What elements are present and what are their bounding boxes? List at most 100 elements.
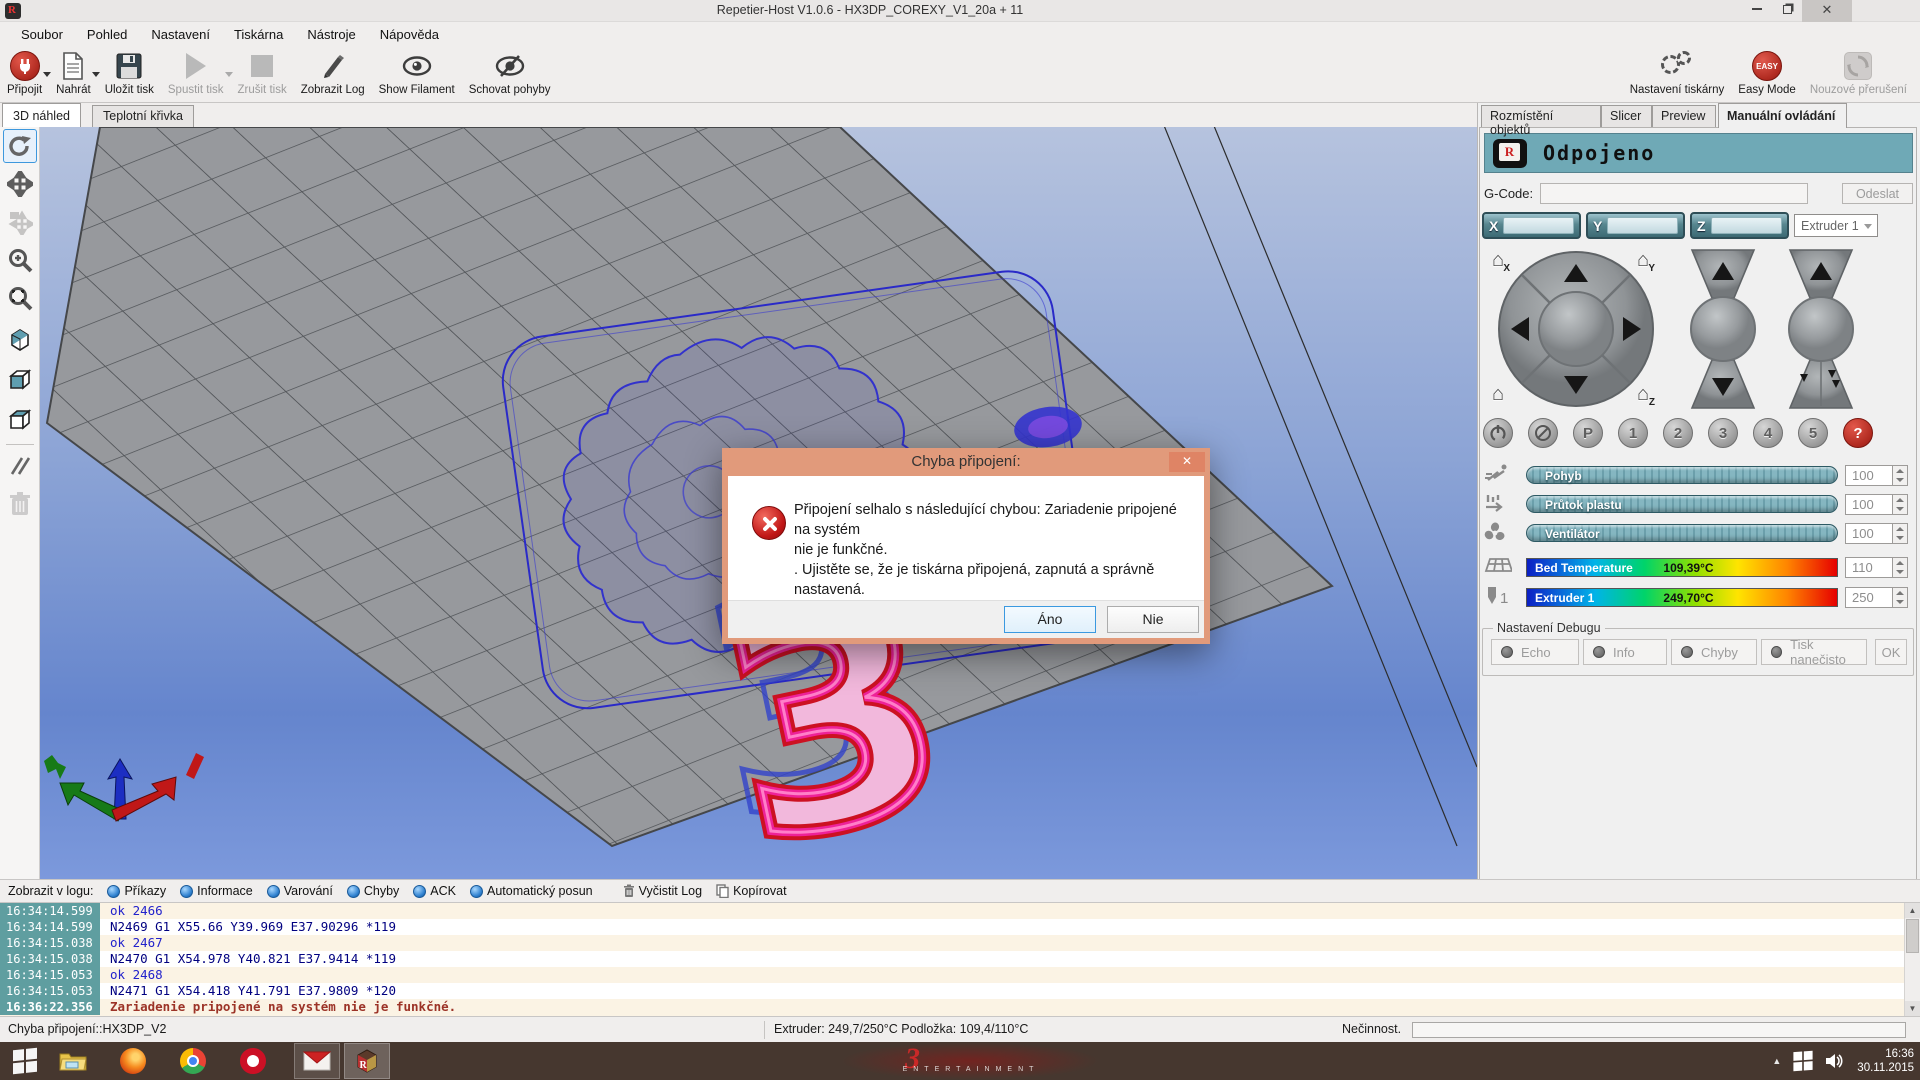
speed-value[interactable]: 100 [1845,465,1893,486]
fan-slider[interactable]: Ventilátor [1526,524,1838,542]
scrollbar-thumb[interactable] [1906,919,1919,953]
script-4-button[interactable]: 4 [1753,418,1783,448]
speed-slider[interactable]: Pohyb [1526,466,1838,484]
hide-travel-button[interactable]: Schovat pohyby [462,46,558,96]
tab-3d-view[interactable]: 3D náhled [2,103,81,127]
front-view-button[interactable] [3,363,37,397]
iso-view-button[interactable] [3,323,37,357]
debug-ok-button[interactable]: OK [1875,639,1907,665]
pan-view-button[interactable] [3,167,37,201]
debug-dryrun-button[interactable]: Tisk nanečisto [1761,639,1867,665]
maximize-button[interactable] [1772,0,1802,22]
easy-mode-button[interactable]: EASY Easy Mode [1731,46,1803,96]
tab-slicer[interactable]: Slicer [1601,105,1652,127]
menu-nastroje[interactable]: Nástroje [296,24,366,45]
dialog-no-button[interactable]: Nie [1107,606,1199,633]
motors-off-button[interactable] [1483,418,1513,448]
script-5-button[interactable]: 5 [1798,418,1828,448]
connect-button[interactable]: Připojit [0,46,49,96]
scroll-up-icon[interactable]: ▲ [1905,903,1920,918]
debug-settings-group: Nastavení Debugu Echo Info Chyby Tisk na… [1482,628,1914,676]
dialog-close-button[interactable]: ✕ [1169,452,1205,472]
taskbar-mail-button[interactable] [294,1043,340,1079]
menu-soubor[interactable]: Soubor [10,24,74,45]
filter-commands-button[interactable]: Příkazy [107,884,166,898]
script-2-button[interactable]: 2 [1663,418,1693,448]
debug-errors-button[interactable]: Chyby [1671,639,1757,665]
status-connection: Chyba připojení::HX3DP_V2 [8,1022,166,1036]
filter-ack-button[interactable]: ACK [413,884,456,898]
filter-autoscroll-button[interactable]: Automatický posun [470,884,593,898]
extruder-temp-target[interactable]: 250 [1845,587,1893,608]
filter-warnings-button[interactable]: Varování [267,884,333,898]
tab-preview[interactable]: Preview [1652,105,1716,127]
filter-info-button[interactable]: Informace [180,884,253,898]
zoom-button[interactable] [3,243,37,277]
tray-chevron-icon[interactable]: ▲ [1772,1056,1781,1066]
menu-tiskarna[interactable]: Tiskárna [223,24,294,45]
home-x-button[interactable]: ⌂X [1485,250,1511,272]
bed-temp-spinner[interactable] [1893,557,1908,578]
volume-icon[interactable] [1825,1053,1843,1069]
heat-off-button[interactable] [1528,418,1558,448]
taskbar-opera-button[interactable] [238,1046,268,1076]
extruder-select[interactable]: Extruder 1 [1794,214,1878,237]
load-button[interactable]: Nahrát [49,46,98,96]
taskbar-explorer-button[interactable] [58,1046,88,1076]
scroll-down-icon[interactable]: ▼ [1905,1001,1920,1016]
show-log-button[interactable]: Zobrazit Log [294,46,372,96]
y-position-box: Y [1586,212,1685,239]
bed-temp-target[interactable]: 110 [1845,557,1893,578]
show-filament-button[interactable]: Show Filament [372,46,462,96]
top-view-button[interactable] [3,403,37,437]
flow-value[interactable]: 100 [1845,494,1893,515]
debug-echo-button[interactable]: Echo [1491,639,1579,665]
flow-spinner[interactable] [1893,494,1908,515]
save-print-button[interactable]: Uložit tisk [98,46,161,96]
windows-logo-icon [13,1048,37,1075]
log-output[interactable]: 16:34:14.599ok 2466 16:34:14.599N2469 G1… [0,903,1904,1016]
close-button[interactable]: ✕ [1802,0,1852,22]
gcode-input[interactable] [1540,183,1808,204]
clear-log-button[interactable]: Vyčistit Log [623,884,702,898]
fan-spinner[interactable] [1893,523,1908,544]
speed-spinner[interactable] [1893,465,1908,486]
home-y-button[interactable]: ⌂Y [1630,250,1656,272]
extruder-temperature-bar[interactable]: Extruder 1 249,70°C [1526,588,1838,607]
network-icon[interactable] [1791,1049,1815,1073]
tab-object-placement[interactable]: Rozmístění objektů [1481,105,1601,127]
help-button[interactable]: ? [1843,418,1873,448]
script-3-button[interactable]: 3 [1708,418,1738,448]
heat-off-icon [1534,424,1552,442]
taskbar-chrome-button[interactable] [178,1046,208,1076]
filter-errors-button[interactable]: Chyby [347,884,399,898]
fit-view-button[interactable] [3,281,37,315]
home-all-button[interactable]: ⌂ [1485,384,1511,406]
menu-pohled[interactable]: Pohled [76,24,138,45]
tab-temperature-curve[interactable]: Teplotní křivka [92,105,194,127]
dialog-yes-button[interactable]: Áno [1004,606,1096,633]
rotate-view-button[interactable] [3,129,37,163]
park-button[interactable]: P [1573,418,1603,448]
menu-nastaveni[interactable]: Nastavení [140,24,221,45]
bed-temperature-bar[interactable]: Bed Temperature 109,39°C [1526,558,1838,577]
debug-info-button[interactable]: Info [1583,639,1667,665]
copy-log-button[interactable]: Kopírovat [716,884,787,898]
log-scrollbar[interactable]: ▲ ▼ [1904,903,1920,1016]
minimize-button[interactable] [1742,0,1772,22]
menu-napoveda[interactable]: Nápověda [369,24,450,45]
gcode-label: G-Code: [1484,186,1533,201]
home-z-button[interactable]: ⌂Z [1630,384,1656,406]
jog-controls[interactable] [1480,246,1880,412]
start-button[interactable] [10,1046,40,1076]
script-1-button[interactable]: 1 [1618,418,1648,448]
taskbar-repetier-button[interactable]: R [344,1043,390,1079]
printer-settings-button[interactable]: Nastavení tiskárny [1623,46,1732,96]
parallel-projection-button[interactable] [3,449,37,483]
tab-manual-control[interactable]: Manuální ovládání [1718,103,1847,128]
flow-slider[interactable]: Průtok plastu [1526,495,1838,513]
taskbar-firefox-button[interactable] [118,1046,148,1076]
extruder-temp-spinner[interactable] [1893,587,1908,608]
fan-value[interactable]: 100 [1845,523,1893,544]
tray-clock[interactable]: 16:36 30.11.2015 [1857,1047,1914,1075]
